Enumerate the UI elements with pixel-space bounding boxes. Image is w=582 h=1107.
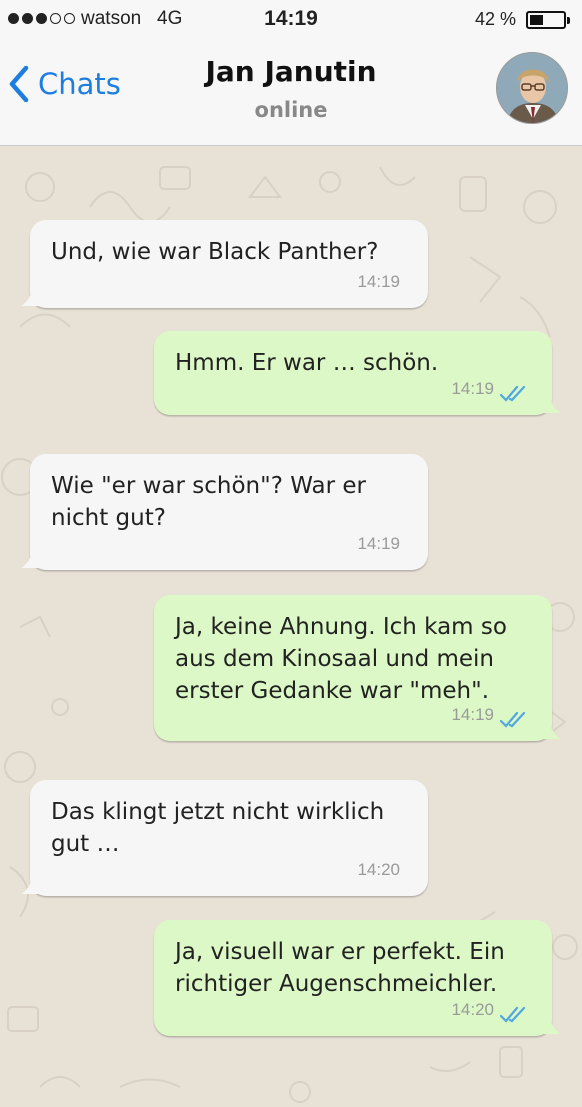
message-time: 14:19: [451, 705, 494, 724]
message-time: 14:20: [451, 1000, 494, 1019]
message-bubble-outgoing[interactable]: Hmm. Er war … schön. 14:19: [154, 331, 561, 415]
message-bubble-incoming[interactable]: Wie "er war schön"? War er nicht gut? 14…: [21, 454, 428, 570]
battery-fill: [530, 15, 543, 25]
chat-header: Chats Jan Janutin online: [0, 40, 582, 146]
message-text: Das klingt jetzt nicht wirklich gut …: [51, 799, 385, 857]
battery-percent: 42 %: [475, 9, 517, 29]
message-bubble-incoming[interactable]: Das klingt jetzt nicht wirklich gut … 14…: [21, 780, 428, 896]
message-time: 14:20: [357, 860, 400, 879]
double-check-icon: [500, 711, 526, 728]
bubble-tail: [21, 548, 43, 568]
message-bubble-outgoing[interactable]: Ja, visuell war er perfekt. Ein richtige…: [154, 920, 561, 1036]
double-check-icon: [500, 385, 526, 402]
bubble-tail: [21, 286, 43, 306]
battery-nub: [567, 17, 570, 24]
message-time: 14:19: [451, 379, 494, 398]
battery-icon: [526, 11, 570, 29]
bubble-tail: [539, 1014, 561, 1034]
bubble-tail: [539, 719, 561, 739]
message-text: Ja, keine Ahnung. Ich kam so aus dem Kin…: [175, 614, 507, 704]
double-check-icon: [500, 1006, 526, 1023]
bubble-tail: [21, 874, 43, 894]
avatar-image: [497, 53, 567, 123]
message-text: Ja, visuell war er perfekt. Ein richtige…: [175, 939, 505, 997]
contact-status: online: [254, 98, 328, 122]
message-time: 14:19: [357, 534, 400, 553]
message-bubble-incoming[interactable]: Und, wie war Black Panther? 14:19: [21, 220, 428, 308]
message-time: 14:19: [357, 272, 400, 291]
message-text: Und, wie war Black Panther?: [51, 239, 379, 265]
status-bar: watson 4G 14:19 42 %: [0, 0, 582, 40]
bubble-tail: [539, 393, 561, 413]
contact-avatar[interactable]: [496, 52, 568, 124]
chat-area[interactable]: Und, wie war Black Panther? 14:19 Hmm. E…: [0, 147, 582, 1107]
message-text: Wie "er war schön"? War er nicht gut?: [51, 473, 366, 531]
message-bubble-outgoing[interactable]: Ja, keine Ahnung. Ich kam so aus dem Kin…: [154, 595, 561, 741]
contact-name[interactable]: Jan Janutin: [0, 55, 582, 88]
